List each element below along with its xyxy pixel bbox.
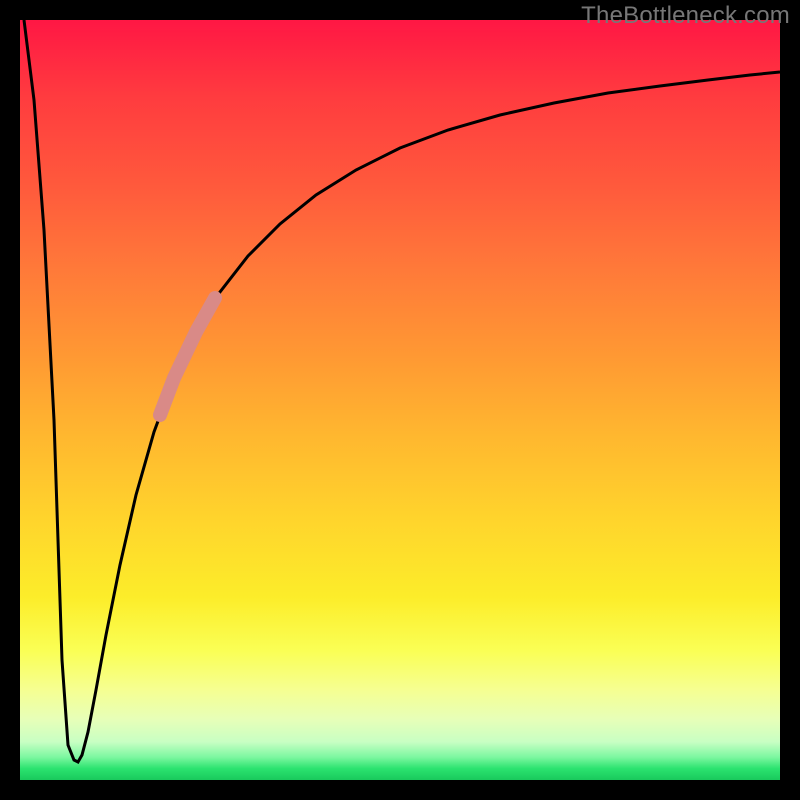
bottleneck-curve	[24, 20, 780, 762]
curve-layer	[20, 20, 780, 780]
plot-area	[20, 20, 780, 780]
highlight-segment	[160, 298, 215, 415]
chart-frame: TheBottleneck.com	[0, 0, 800, 800]
